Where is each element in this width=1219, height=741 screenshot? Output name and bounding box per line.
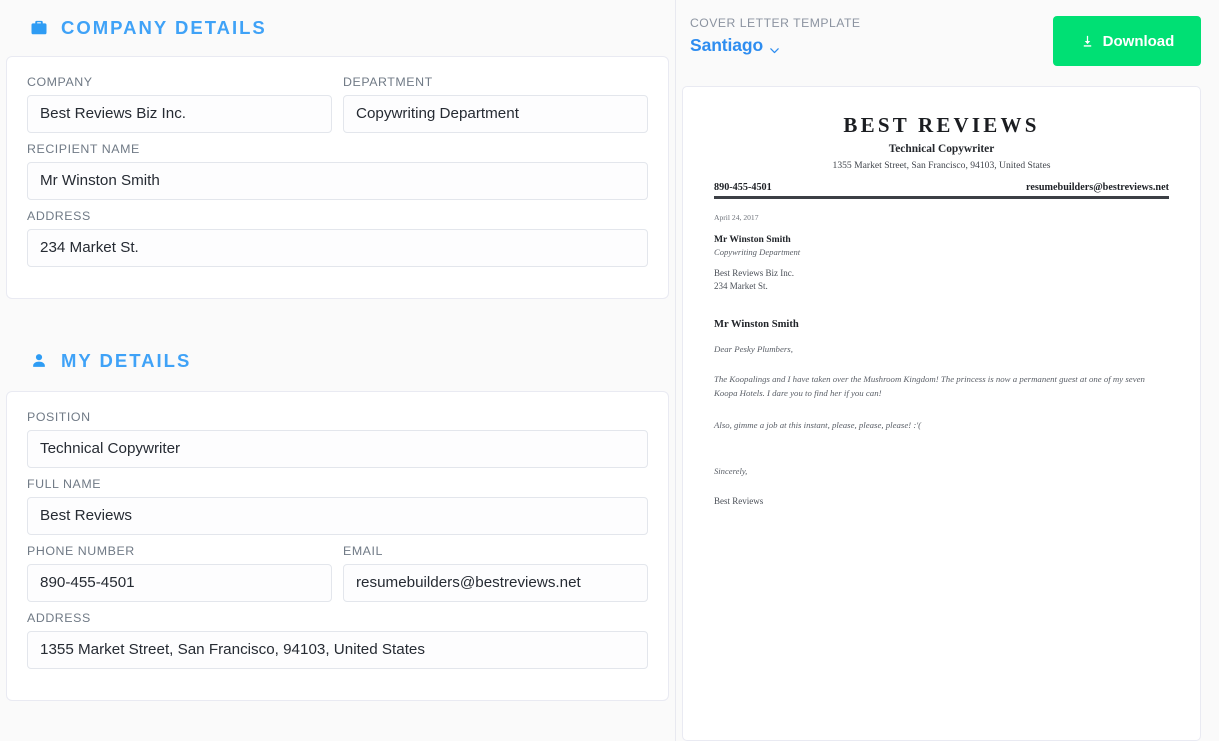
preview-pane: COVER LETTER TEMPLATE Santiago Download …	[676, 0, 1219, 741]
my-details-title: MY DETAILS	[61, 350, 192, 371]
preview-toolbar: COVER LETTER TEMPLATE Santiago Download	[682, 0, 1201, 86]
company-label: COMPANY	[27, 75, 93, 89]
email-field: EMAIL resumebuilders@bestreviews.net	[343, 544, 648, 602]
my-address-input[interactable]: 1355 Market Street, San Francisco, 94103…	[27, 631, 648, 669]
company-details-title: COMPANY DETAILS	[61, 17, 267, 38]
letter-closing: Sincerely,	[714, 465, 748, 476]
letter-paragraph-2: Also, gimme a job at this instant, pleas…	[714, 419, 922, 430]
letter-header-phone: 890-455-4501	[714, 182, 772, 193]
recipient-name-label: RECIPIENT NAME	[27, 142, 140, 156]
letter-recipient-department: Copywriting Department	[714, 247, 801, 257]
company-field: COMPANY Best Reviews Biz Inc.	[27, 75, 332, 133]
company-address-field: ADDRESS 234 Market St.	[27, 209, 648, 267]
phone-email-row: PHONE NUMBER 890-455-4501 EMAIL resumebu…	[27, 544, 648, 611]
form-pane: COMPANY DETAILS COMPANY Best Reviews Biz…	[0, 0, 675, 741]
email-label: EMAIL	[343, 544, 383, 558]
download-button-label: Download	[1102, 32, 1175, 50]
letter-header-email: resumebuilders@bestreviews.net	[1026, 182, 1169, 193]
my-address-label: ADDRESS	[27, 611, 91, 625]
template-label: COVER LETTER TEMPLATE	[690, 16, 861, 30]
my-address-field: ADDRESS 1355 Market Street, San Francisc…	[27, 611, 648, 669]
letter-contact-row: 890-455-4501 resumebuilders@bestreviews.…	[714, 182, 1169, 198]
position-field: POSITION Technical Copywriter	[27, 410, 648, 468]
letter-greeting: Dear Pesky Plumbers,	[714, 344, 793, 354]
position-input[interactable]: Technical Copywriter	[27, 430, 648, 468]
my-details-card: POSITION Technical Copywriter FULL NAME …	[6, 391, 669, 701]
briefcase-icon	[28, 17, 50, 39]
letter-date: April 24, 2017	[714, 213, 759, 222]
recipient-name-field: RECIPIENT NAME Mr Winston Smith	[27, 142, 648, 200]
template-name: Santiago	[690, 35, 764, 55]
recipient-name-input[interactable]: Mr Winston Smith	[27, 162, 648, 200]
company-details-header: COMPANY DETAILS	[6, 0, 669, 56]
company-department-row: COMPANY Best Reviews Biz Inc. DEPARTMENT…	[27, 75, 648, 142]
department-input[interactable]: Copywriting Department	[343, 95, 648, 133]
company-details-card: COMPANY Best Reviews Biz Inc. DEPARTMENT…	[6, 56, 669, 299]
department-label: DEPARTMENT	[343, 75, 433, 89]
company-address-input[interactable]: 234 Market St.	[27, 229, 648, 267]
company-input[interactable]: Best Reviews Biz Inc.	[27, 95, 332, 133]
download-icon	[1080, 34, 1095, 49]
letter-header-name: BEST REVIEWS	[843, 113, 1040, 137]
letter-document: BEST REVIEWS Technical Copywriter 1355 M…	[714, 113, 1169, 506]
letter-contact-rule	[714, 198, 1169, 199]
letter-recipient-name: Mr Winston Smith	[714, 234, 791, 245]
letter-recipient-address: 234 Market St.	[714, 281, 768, 291]
template-dropdown[interactable]: Santiago	[690, 35, 780, 56]
fullname-field: FULL NAME Best Reviews	[27, 477, 648, 535]
person-icon	[28, 350, 50, 372]
letter-header-position: Technical Copywriter	[888, 143, 995, 155]
phone-label: PHONE NUMBER	[27, 544, 135, 558]
app-root: COMPANY DETAILS COMPANY Best Reviews Biz…	[0, 0, 1219, 741]
company-address-label: ADDRESS	[27, 209, 91, 223]
phone-field: PHONE NUMBER 890-455-4501	[27, 544, 332, 602]
position-label: POSITION	[27, 410, 91, 424]
letter-salutation-name: Mr Winston Smith	[714, 319, 799, 330]
email-input[interactable]: resumebuilders@bestreviews.net	[343, 564, 648, 602]
letter-recipient-company: Best Reviews Biz Inc.	[714, 268, 794, 278]
phone-input[interactable]: 890-455-4501	[27, 564, 332, 602]
download-button[interactable]: Download	[1053, 16, 1201, 66]
fullname-input[interactable]: Best Reviews	[27, 497, 648, 535]
template-selector-block: COVER LETTER TEMPLATE Santiago	[682, 16, 861, 56]
letter-header-address: 1355 Market Street, San Francisco, 94103…	[832, 160, 1051, 171]
letter-signature: Best Reviews	[714, 495, 764, 506]
department-field: DEPARTMENT Copywriting Department	[343, 75, 648, 133]
letter-preview-card[interactable]: BEST REVIEWS Technical Copywriter 1355 M…	[682, 86, 1201, 741]
letter-paragraph-1: The Koopalings and I have taken over the…	[714, 374, 1145, 399]
my-details-header: MY DETAILS	[6, 331, 669, 391]
fullname-label: FULL NAME	[27, 477, 102, 491]
chevron-down-icon	[769, 40, 780, 54]
